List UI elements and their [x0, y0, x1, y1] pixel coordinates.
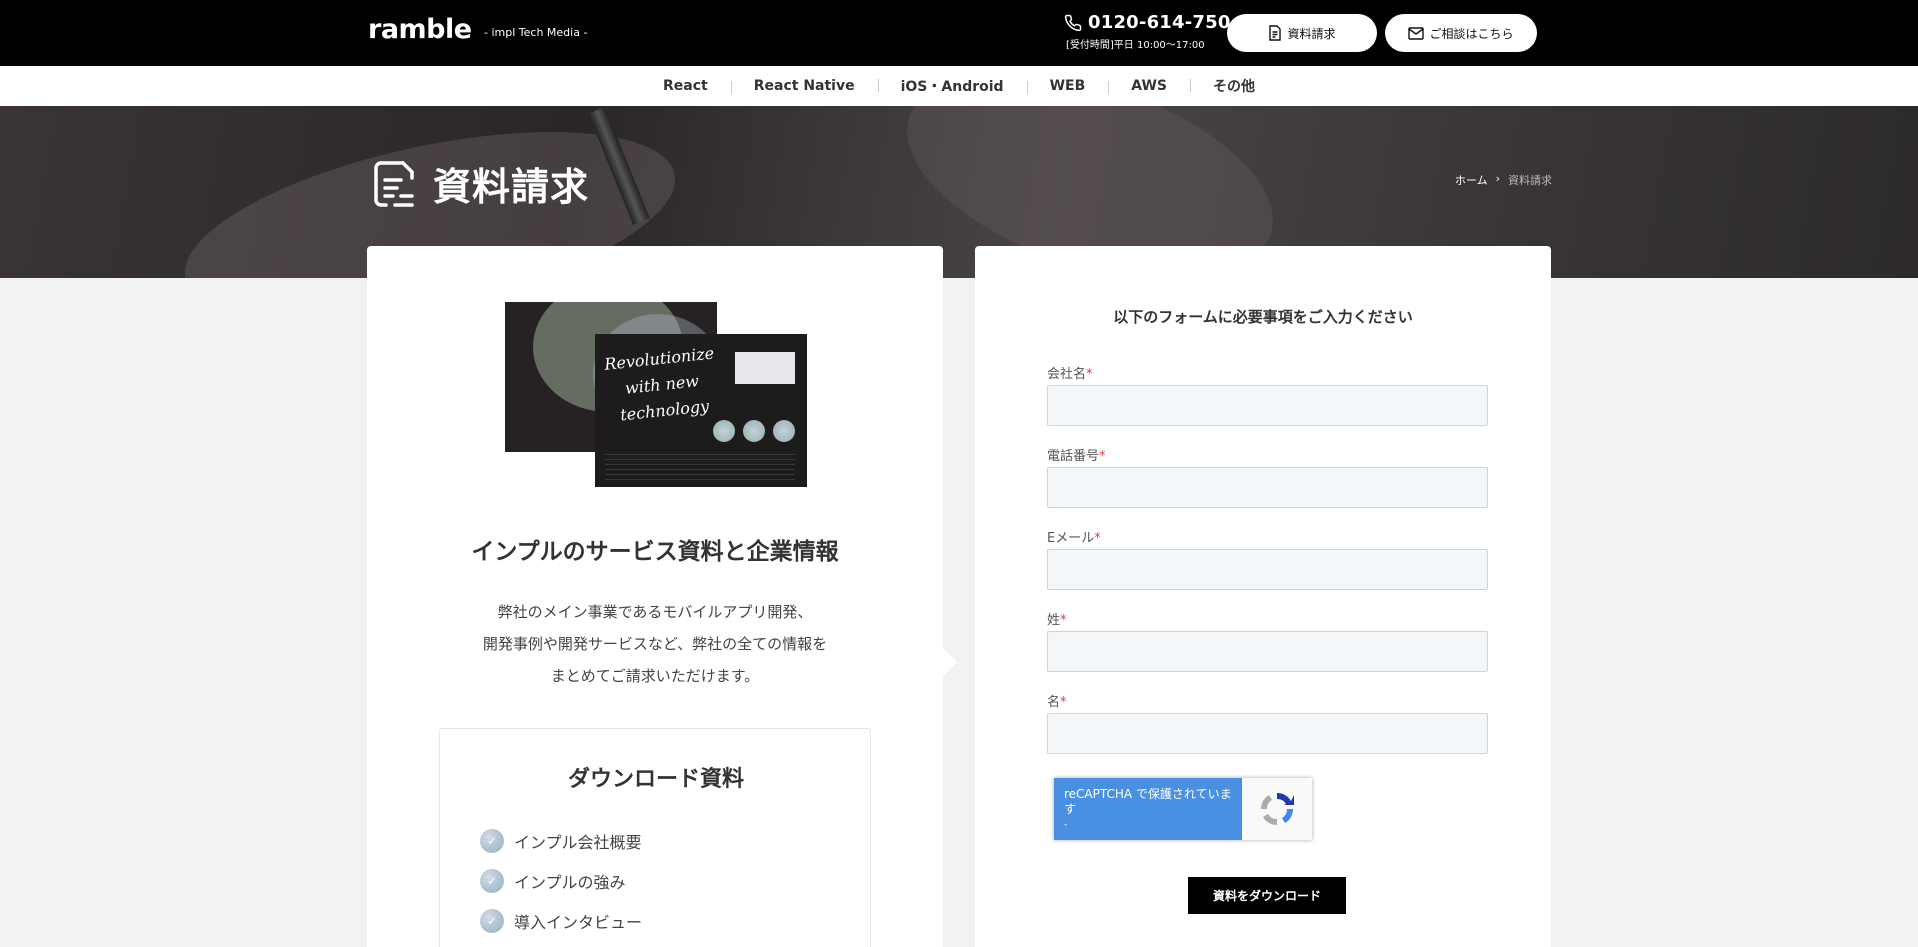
nav-item-other[interactable]: その他	[1189, 76, 1278, 96]
description-line: 弊社のメイン事業であるモバイルアプリ開発、	[497, 603, 813, 621]
email-field[interactable]	[1047, 549, 1488, 590]
brochure-dot	[773, 420, 795, 442]
breadcrumb-current: 資料請求	[1508, 174, 1552, 187]
nav-item-react-native[interactable]: React Native	[730, 78, 878, 94]
phone-label: 電話番号*	[1047, 449, 1106, 464]
mail-icon	[1408, 26, 1425, 40]
last-name-label: 姓*	[1047, 613, 1067, 628]
download-materials-box: ダウンロード資料 ✓ インプル会社概要 ✓ インプルの強み ✓ 導入インタビュー	[439, 728, 871, 947]
breadcrumb-home[interactable]: ホーム	[1455, 172, 1488, 188]
logo-subtitle: - impl Tech Media -	[484, 26, 588, 39]
phone-field[interactable]	[1047, 467, 1488, 508]
recaptcha-text: reCAPTCHA で保護されています	[1064, 787, 1232, 816]
check-icon: ✓	[480, 869, 504, 893]
document-request-button[interactable]: 資料請求	[1227, 14, 1377, 52]
list-item: ✓ 導入インタビュー	[480, 901, 642, 941]
service-title: インプルのサービス資料と企業情報	[471, 539, 839, 565]
description-line: 開発事例や開発サービスなど、弊社の全ての情報を	[482, 635, 828, 653]
email-label: Eメール*	[1047, 531, 1101, 546]
recaptcha-badge[interactable]: reCAPTCHA で保護されています -	[1054, 778, 1312, 840]
recaptcha-icon	[1260, 792, 1294, 826]
description-line: まとめてご請求いただけます。	[550, 667, 760, 685]
document-icon	[1269, 25, 1282, 41]
brochure-screen-graphic	[735, 352, 795, 384]
page-hero: 資料請求 ホーム › 資料請求	[0, 106, 1918, 278]
card-pointer-arrow	[943, 648, 957, 676]
phone-icon	[1064, 14, 1082, 31]
nav-item-web[interactable]: WEB	[1026, 78, 1109, 94]
check-icon: ✓	[480, 909, 504, 933]
list-item-label: インプルの強み	[514, 873, 626, 892]
list-item-label: 導入インタビュー	[514, 913, 643, 932]
list-item: ✓ インプルの強み	[480, 861, 642, 901]
first-name-field[interactable]	[1047, 713, 1488, 754]
category-nav: React React Native iOS・Android WEB AWS そ…	[0, 66, 1918, 106]
brochure-script-text: Revolutionize with new technology	[603, 343, 715, 425]
nav-item-react[interactable]: React	[640, 78, 731, 94]
request-form-card: 以下のフォームに必要事項をご入力ください 会社名* 電話番号* Eメール* 姓*…	[975, 246, 1551, 947]
download-list: ✓ インプル会社概要 ✓ インプルの強み ✓ 導入インタビュー	[480, 821, 642, 941]
service-description: 弊社のメイン事業であるモバイルアプリ開発、 開発事例や開発サービスなど、弊社の全…	[367, 596, 943, 692]
brochure-dot	[743, 420, 765, 442]
document-request-label: 資料請求	[1287, 26, 1336, 41]
first-name-label: 名*	[1047, 695, 1067, 710]
nav-item-ios-android[interactable]: iOS・Android	[877, 76, 1027, 96]
brochure-image: Revolutionize with new technology	[505, 302, 807, 488]
check-icon: ✓	[480, 829, 504, 853]
download-title: ダウンロード資料	[567, 767, 744, 792]
list-item-label: インプル会社概要	[514, 833, 642, 852]
page-title: 資料請求	[433, 165, 590, 209]
nav-item-aws[interactable]: AWS	[1108, 78, 1190, 94]
top-header: ramble - impl Tech Media - 0120-614-750 …	[0, 0, 1918, 66]
form-heading: 以下のフォームに必要事項をご入力ください	[1113, 308, 1413, 326]
phone-number[interactable]: 0120-614-750	[1088, 12, 1231, 33]
last-name-field[interactable]	[1047, 631, 1488, 672]
download-submit-button[interactable]: 資料をダウンロード	[1188, 877, 1346, 914]
contact-label: ご相談はこちら	[1429, 26, 1514, 41]
brochure-dot	[713, 420, 735, 442]
company-name-field[interactable]	[1047, 385, 1488, 426]
service-info-card: Revolutionize with new technology インプルのサ…	[367, 246, 943, 947]
breadcrumb-separator: ›	[1495, 172, 1500, 185]
document-icon	[374, 160, 414, 207]
business-hours: [受付時間]平日 10:00〜17:00	[1066, 40, 1205, 51]
list-item: ✓ インプル会社概要	[480, 821, 642, 861]
site-logo[interactable]: ramble	[368, 14, 472, 45]
contact-button[interactable]: ご相談はこちら	[1385, 14, 1537, 52]
brochure-text-lines	[605, 454, 795, 480]
company-name-label: 会社名*	[1047, 367, 1093, 382]
breadcrumb: ホーム › 資料請求	[1455, 172, 1552, 188]
phone-contact: 0120-614-750 [受付時間]平日 10:00〜17:00	[1064, 12, 1231, 51]
recaptcha-subtext: -	[1064, 820, 1068, 830]
